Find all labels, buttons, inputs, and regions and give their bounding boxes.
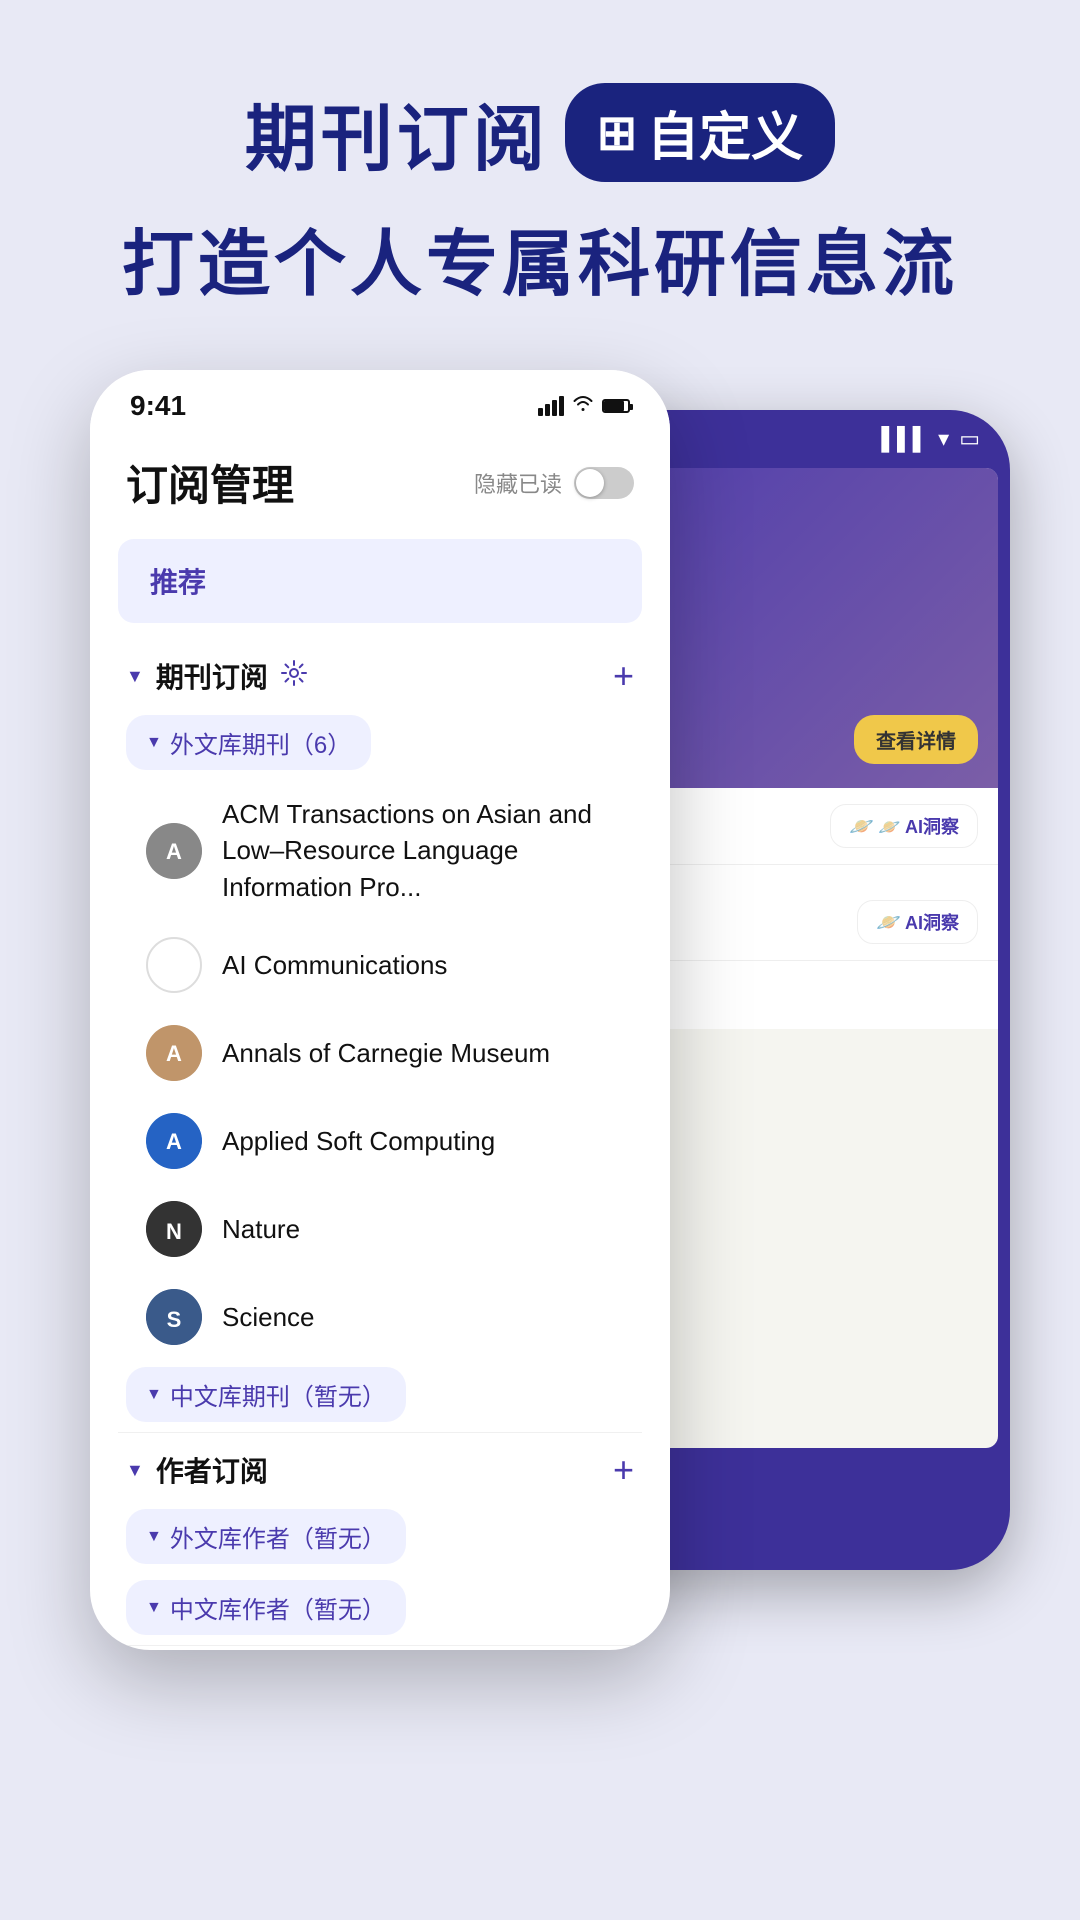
- header-title2: 打造个人专属科研信息流: [0, 205, 1080, 310]
- journal-item-carnegie[interactable]: A Annals of Carnegie Museum: [90, 1009, 670, 1097]
- author-section-header: ▼ 作者订阅 +: [90, 1433, 670, 1503]
- recommend-tab[interactable]: 推荐: [118, 539, 642, 623]
- collapse-triangle-journal[interactable]: ▼: [126, 666, 144, 687]
- badge-icon: ⊞: [597, 105, 637, 161]
- chip-triangle-foreign-author: ▼: [146, 1528, 162, 1546]
- header-line1: 期刊订阅 ⊞ 自定义: [0, 80, 1080, 185]
- journal-item-ai-comm[interactable]: AI Communications: [90, 921, 670, 1009]
- hide-read-toggle[interactable]: [574, 467, 634, 499]
- journal-name-asc: Applied Soft Computing: [222, 1123, 495, 1159]
- svg-text:A: A: [166, 839, 182, 864]
- journal-section-label: 期刊订阅: [156, 656, 268, 696]
- journal-name-nature: Nature: [222, 1211, 300, 1247]
- add-journal-button[interactable]: +: [613, 655, 634, 697]
- chinese-library-chip[interactable]: ▼ 中文库期刊（暂无）: [126, 1367, 406, 1422]
- add-author-button[interactable]: +: [613, 1449, 634, 1491]
- journal-avatar-asc: A: [146, 1113, 202, 1169]
- svg-text:A: A: [166, 1129, 182, 1154]
- author-section-label: 作者订阅: [156, 1450, 268, 1490]
- status-bar: 9:41: [90, 370, 670, 432]
- chip-triangle-chinese: ▼: [146, 1386, 162, 1404]
- foreign-library-label: 外文库期刊（6）: [170, 725, 351, 760]
- planet-icon1: 🪐: [849, 814, 874, 839]
- chip-triangle-foreign: ▼: [146, 734, 162, 752]
- journal-item-acm[interactable]: A ACM Transactions on Asian and Low–Reso…: [90, 780, 670, 921]
- wifi-icon: [572, 394, 594, 418]
- header-section: 期刊订阅 ⊞ 自定义 打造个人专属科研信息流: [0, 0, 1080, 370]
- collapse-triangle-author[interactable]: ▼: [126, 1460, 144, 1481]
- svg-text:S: S: [167, 1307, 182, 1332]
- back-battery-icon: ▭: [959, 426, 980, 452]
- page-title-bar: 订阅管理 隐藏已读: [90, 432, 670, 529]
- journal-avatar-ai-comm: [146, 937, 202, 993]
- chinese-author-label: 中文库作者（暂无）: [170, 1590, 386, 1625]
- planet-icon2: 🪐: [876, 910, 901, 935]
- header-title1: 期刊订阅: [245, 80, 549, 185]
- journal-section-title: ▼ 期刊订阅: [126, 656, 308, 696]
- journal-item-asc[interactable]: A Applied Soft Computing: [90, 1097, 670, 1185]
- recommend-tab-text: 推荐: [150, 567, 206, 598]
- journal-avatar-nature: N: [146, 1201, 202, 1257]
- page-title: 订阅管理: [126, 452, 294, 513]
- toggle-knob: [576, 469, 604, 497]
- toggle-label: 隐藏已读: [474, 467, 562, 499]
- foreign-author-label: 外文库作者（暂无）: [170, 1519, 386, 1554]
- ai-btn2-label: AI洞察: [905, 909, 959, 935]
- status-time: 9:41: [130, 390, 186, 422]
- journal-name-ai-comm: AI Communications: [222, 947, 447, 983]
- journal-name-acm: ACM Transactions on Asian and Low–Resour…: [222, 796, 634, 905]
- chinese-library-label: 中文库期刊（暂无）: [170, 1377, 386, 1412]
- back-wifi-icon: ▾: [938, 426, 949, 452]
- journal-section-header: ▼ 期刊订阅 +: [90, 639, 670, 709]
- toggle-area: 隐藏已读: [474, 467, 634, 499]
- svg-text:A: A: [166, 1041, 182, 1066]
- gear-icon-journal[interactable]: [280, 659, 308, 694]
- ai-btn1[interactable]: 🪐 🪐 AI洞察: [830, 804, 978, 848]
- foreign-author-chip[interactable]: ▼ 外文库作者（暂无）: [126, 1509, 406, 1564]
- chinese-author-chip[interactable]: ▼ 中文库作者（暂无）: [126, 1580, 406, 1635]
- front-phone: 9:41: [90, 370, 670, 1650]
- phone-scene: ▌▌▌ ▾ ▭ ⚡ 查看详情 s still 🪐: [90, 370, 990, 1770]
- badge-text: 自定义: [647, 95, 803, 170]
- author-section-title: ▼ 作者订阅: [126, 1450, 268, 1490]
- ai-btn1-label: 🪐 AI洞察: [878, 813, 959, 839]
- journal-item-nature[interactable]: N Nature: [90, 1185, 670, 1273]
- journal-avatar-science: S: [146, 1289, 202, 1345]
- status-icons: [538, 394, 630, 418]
- chip-triangle-chinese-author: ▼: [146, 1599, 162, 1617]
- journal-item-science[interactable]: S Science: [90, 1273, 670, 1361]
- journal-name-carnegie: Annals of Carnegie Museum: [222, 1035, 550, 1071]
- ai-btn2[interactable]: 🪐 AI洞察: [857, 900, 978, 944]
- foreign-library-chip[interactable]: ▼ 外文库期刊（6）: [126, 715, 371, 770]
- custom-badge: ⊞ 自定义: [565, 83, 835, 182]
- back-signal-icon: ▌▌▌: [881, 426, 928, 452]
- signal-icon: [538, 396, 564, 416]
- battery-icon: [602, 399, 630, 413]
- view-detail-button[interactable]: 查看详情: [854, 715, 978, 764]
- journal-avatar-carnegie: A: [146, 1025, 202, 1081]
- journal-avatar-acm: A: [146, 823, 202, 879]
- journal-name-science: Science: [222, 1299, 315, 1335]
- svg-text:N: N: [166, 1219, 182, 1244]
- keyword-section-header: ▼ 关键词订阅 +: [90, 1646, 670, 1650]
